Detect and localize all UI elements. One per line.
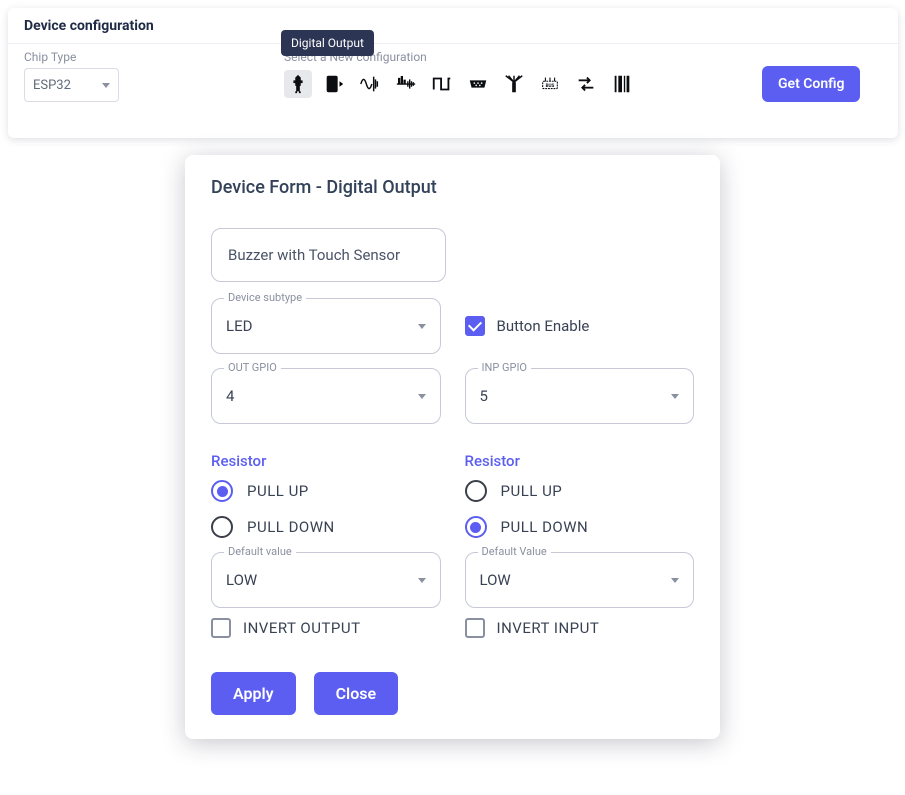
get-config-button[interactable]: Get Config — [762, 66, 860, 102]
inp-gpio-label: INP GPIO — [478, 361, 532, 374]
bus-icon[interactable]: BUS — [536, 70, 564, 98]
pwm-signal-icon[interactable] — [392, 70, 420, 98]
chip-type-section: Chip Type ESP32 — [24, 50, 264, 102]
device-name-input[interactable]: Buzzer with Touch Sensor — [211, 228, 446, 282]
invert-output-row[interactable]: INVERT OUTPUT — [211, 618, 441, 638]
config-icon-row: BUS — [284, 70, 742, 98]
device-subtype-label: Device subtype — [224, 291, 306, 304]
analog-signal-icon[interactable] — [356, 70, 384, 98]
chevron-down-icon — [418, 324, 426, 329]
card-out-icon[interactable] — [320, 70, 348, 98]
left-pull-down-radio[interactable] — [211, 516, 233, 538]
chevron-down-icon — [418, 394, 426, 399]
svg-text:BUS: BUS — [546, 83, 555, 89]
chevron-down-icon — [671, 394, 679, 399]
default-value-left-select[interactable]: Default value LOW — [211, 552, 441, 608]
square-wave-icon[interactable] — [428, 70, 456, 98]
right-pull-up-label: PULL UP — [501, 482, 563, 500]
close-button[interactable]: Close — [314, 672, 399, 715]
right-pull-down-option[interactable]: PULL DOWN — [465, 516, 695, 538]
apply-button[interactable]: Apply — [211, 672, 296, 715]
device-config-panel: Device configuration Chip Type ESP32 Dig… — [8, 8, 898, 138]
left-pull-up-option[interactable]: PULL UP — [211, 480, 441, 502]
chevron-down-icon — [671, 578, 679, 583]
out-gpio-value: 4 — [226, 387, 234, 405]
left-pull-down-label: PULL DOWN — [247, 518, 335, 536]
serial-port-icon[interactable] — [464, 70, 492, 98]
swap-icon[interactable] — [572, 70, 600, 98]
chip-type-select[interactable]: ESP32 — [24, 68, 119, 102]
right-pull-up-radio[interactable] — [465, 480, 487, 502]
new-config-section: Digital Output Select a New configuratio… — [284, 50, 742, 98]
barcode-chip-icon[interactable] — [608, 70, 636, 98]
chip-type-value: ESP32 — [33, 78, 71, 93]
left-resistor-label: Resistor — [211, 452, 441, 470]
right-resistor-label: Resistor — [465, 452, 695, 470]
device-subtype-value: LED — [226, 317, 252, 335]
inp-gpio-select[interactable]: INP GPIO 5 — [465, 368, 695, 424]
button-enable-label: Button Enable — [497, 317, 590, 335]
modal-actions: Apply Close — [211, 672, 694, 715]
invert-input-row[interactable]: INVERT INPUT — [465, 618, 695, 638]
invert-input-label: INVERT INPUT — [497, 619, 600, 637]
inp-gpio-value: 5 — [480, 387, 488, 405]
invert-output-label: INVERT OUTPUT — [243, 619, 361, 637]
default-value-left-value: LOW — [226, 571, 257, 589]
chevron-down-icon — [102, 83, 110, 88]
default-value-right-value: LOW — [480, 571, 511, 589]
digital-output-icon[interactable] — [284, 70, 312, 98]
device-form-modal: Device Form - Digital Output Buzzer with… — [185, 155, 720, 739]
button-enable-row[interactable]: Button Enable — [465, 298, 695, 354]
right-pull-up-option[interactable]: PULL UP — [465, 480, 695, 502]
default-value-right-label: Default Value — [478, 545, 551, 558]
modal-title: Device Form - Digital Output — [211, 177, 694, 198]
invert-input-checkbox[interactable] — [465, 618, 485, 638]
chip-type-label: Chip Type — [24, 50, 264, 64]
left-pull-up-label: PULL UP — [247, 482, 309, 500]
button-enable-checkbox[interactable] — [465, 316, 485, 336]
left-pull-up-radio[interactable] — [211, 480, 233, 502]
get-config-wrap: Get Config — [762, 50, 882, 102]
right-pull-down-radio[interactable] — [465, 516, 487, 538]
config-tooltip: Digital Output — [281, 30, 374, 56]
default-value-left-label: Default value — [224, 545, 296, 558]
invert-output-checkbox[interactable] — [211, 618, 231, 638]
out-gpio-select[interactable]: OUT GPIO 4 — [211, 368, 441, 424]
right-pull-down-label: PULL DOWN — [501, 518, 589, 536]
chevron-down-icon — [418, 578, 426, 583]
antenna-device-icon[interactable] — [500, 70, 528, 98]
out-gpio-label: OUT GPIO — [224, 361, 281, 374]
panel-title: Device configuration — [8, 8, 898, 44]
left-pull-down-option[interactable]: PULL DOWN — [211, 516, 441, 538]
default-value-right-select[interactable]: Default Value LOW — [465, 552, 695, 608]
device-subtype-select[interactable]: Device subtype LED — [211, 298, 441, 354]
device-name-value: Buzzer with Touch Sensor — [228, 246, 400, 264]
